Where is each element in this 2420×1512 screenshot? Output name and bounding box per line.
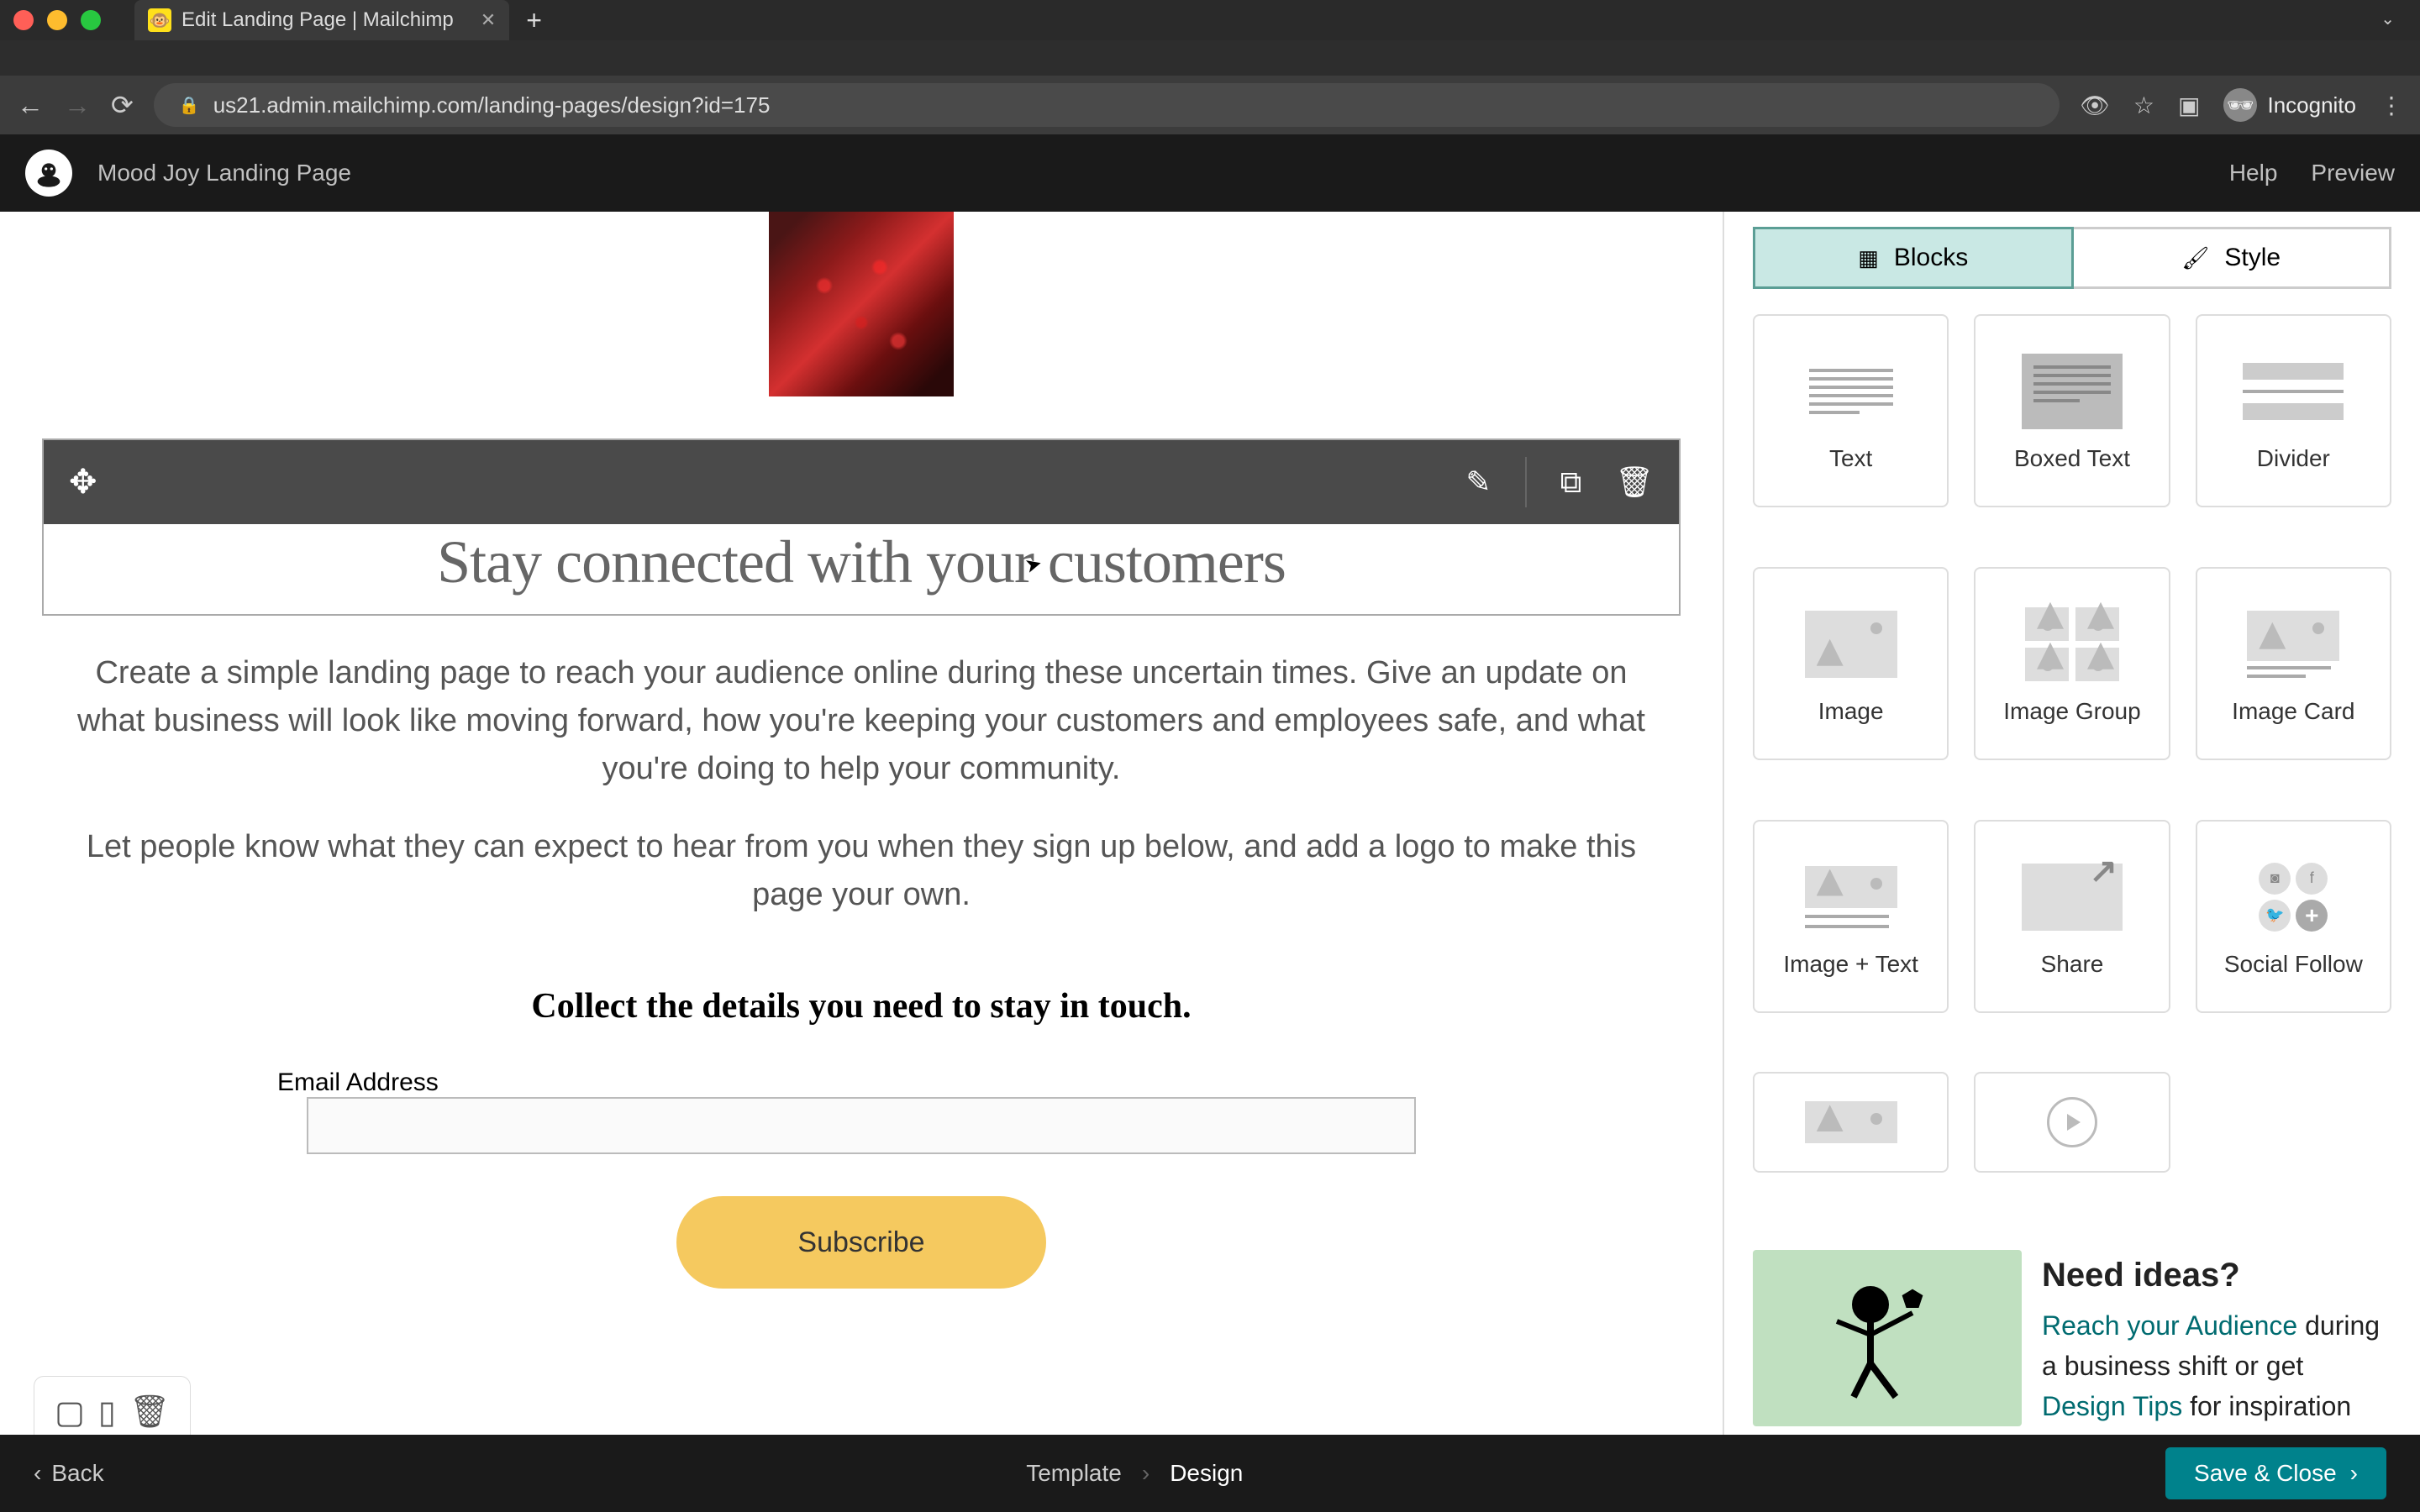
ideas-panel: Need ideas? Reach your Audience during a… <box>1724 1232 2420 1435</box>
chevron-right-icon: › <box>2350 1460 2358 1487</box>
headline-text[interactable]: Stay connected with your customers <box>44 524 1679 614</box>
content-area: ✥ ✎ ⧉ 🗑 Stay connected with your custome… <box>0 212 2420 1435</box>
block-social-follow[interactable]: ◙f🐦+ Social Follow <box>2196 820 2391 1013</box>
tab-style-label: Style <box>2224 244 2281 272</box>
block-label: Social Follow <box>2224 951 2363 978</box>
ideas-link-design-tips[interactable]: Design Tips <box>2042 1391 2182 1421</box>
crumb-design[interactable]: Design <box>1170 1460 1243 1487</box>
back-label: Back <box>51 1460 103 1487</box>
block-label: Text <box>1829 445 1872 472</box>
back-button[interactable]: ‹ Back <box>34 1460 104 1487</box>
crumb-template[interactable]: Template <box>1026 1460 1122 1487</box>
incognito-icon: 🕶 <box>2223 88 2257 122</box>
block-label: Image <box>1818 698 1884 725</box>
tab-close-icon[interactable]: ✕ <box>481 9 496 31</box>
form-heading[interactable]: Collect the details you need to stay in … <box>42 986 1681 1026</box>
duplicate-icon[interactable]: ⧉ <box>1560 465 1582 501</box>
save-label: Save & Close <box>2194 1460 2337 1487</box>
block-label: Image Card <box>2232 698 2354 725</box>
block-image-text[interactable]: Image + Text <box>1753 820 1949 1013</box>
window-maximize[interactable] <box>81 10 101 30</box>
block-image[interactable]: Image <box>1753 567 1949 760</box>
lock-icon: 🔒 <box>179 95 200 116</box>
block-boxed-text[interactable]: Boxed Text <box>1974 314 2170 507</box>
nav-back-icon[interactable]: ← <box>17 90 44 121</box>
window-close[interactable] <box>13 10 34 30</box>
hero-image[interactable] <box>769 212 954 396</box>
chevron-left-icon: ‹ <box>34 1460 41 1487</box>
nav-forward-icon: → <box>64 90 91 121</box>
canvas: ✥ ✎ ⧉ 🗑 Stay connected with your custome… <box>0 212 1723 1435</box>
url-actions: 👁 ☆ ▣ 🕶 Incognito ⋮ <box>2080 88 2403 122</box>
page-title: Mood Joy Landing Page <box>97 160 2196 186</box>
mobile-view-icon[interactable]: ▯ <box>98 1394 116 1431</box>
eye-off-icon[interactable]: 👁 <box>2080 92 2110 119</box>
block-partial-1[interactable] <box>1753 1072 1949 1173</box>
kebab-menu-icon[interactable]: ⋮ <box>2380 92 2403 119</box>
block-share[interactable]: Share <box>1974 820 2170 1013</box>
ideas-title: Need ideas? <box>2042 1250 2391 1300</box>
tab-style[interactable]: 🖌 Style <box>2074 227 2392 289</box>
extensions-icon[interactable]: ▣ <box>2178 92 2200 119</box>
toolbar-divider <box>1525 457 1527 507</box>
subscribe-button[interactable]: Subscribe <box>676 1196 1046 1289</box>
block-label: Image + Text <box>1783 951 1918 978</box>
block-video[interactable] <box>1974 1072 2170 1173</box>
block-image-card[interactable]: Image Card <box>2196 567 2391 760</box>
ideas-text: Need ideas? Reach your Audience during a… <box>2042 1250 2391 1426</box>
bookmark-star-icon[interactable]: ☆ <box>2133 92 2154 119</box>
app-header: Mood Joy Landing Page Help Preview <box>0 134 2420 212</box>
move-handle-icon[interactable]: ✥ <box>69 463 97 501</box>
edit-icon[interactable]: ✎ <box>1465 465 1491 500</box>
incognito-label: Incognito <box>2267 92 2356 118</box>
selected-text-block[interactable]: ✥ ✎ ⧉ 🗑 Stay connected with your custome… <box>42 438 1681 616</box>
tab-title: Edit Landing Page | Mailchimp <box>182 8 454 32</box>
block-image-group[interactable]: Image Group <box>1974 567 2170 760</box>
email-input[interactable] <box>307 1097 1416 1154</box>
preview-link[interactable]: Preview <box>2311 160 2395 186</box>
new-tab-button[interactable]: + <box>526 5 542 36</box>
email-label: Email Address <box>277 1068 439 1096</box>
block-toolbar: ✥ ✎ ⧉ 🗑 <box>44 440 1679 524</box>
footer: ‹ Back Template › Design Save & Close › <box>0 1435 2420 1512</box>
ideas-link-audience[interactable]: Reach your Audience <box>2042 1310 2297 1341</box>
grid-icon: ▦ <box>1858 245 1879 271</box>
save-close-button[interactable]: Save & Close › <box>2165 1447 2386 1499</box>
browser-chrome: 🐵 Edit Landing Page | Mailchimp ✕ + ⌄ <box>0 0 2420 76</box>
incognito-badge[interactable]: 🕶 Incognito <box>2223 88 2356 122</box>
chevron-right-icon: › <box>1142 1460 1150 1487</box>
tab-bar: 🐵 Edit Landing Page | Mailchimp ✕ + ⌄ <box>0 0 2420 40</box>
url-text: us21.admin.mailchimp.com/landing-pages/d… <box>213 92 771 118</box>
body-paragraph-1[interactable]: Create a simple landing page to reach yo… <box>42 649 1681 793</box>
block-text[interactable]: Text <box>1753 314 1949 507</box>
help-link[interactable]: Help <box>2229 160 2278 186</box>
browser-tab[interactable]: 🐵 Edit Landing Page | Mailchimp ✕ <box>134 0 509 40</box>
block-label: Share <box>2041 951 2104 978</box>
sidebar: ▦ Blocks 🖌 Style Text Boxed Text Divider <box>1723 212 2420 1435</box>
url-input[interactable]: 🔒 us21.admin.mailchimp.com/landing-pages… <box>154 83 2060 127</box>
tabs-dropdown-icon[interactable]: ⌄ <box>2381 8 2395 29</box>
trash-icon[interactable]: 🗑 <box>1615 465 1654 500</box>
ideas-illustration <box>1753 1250 2022 1426</box>
breadcrumb: Template › Design <box>104 1460 2165 1487</box>
block-label: Image Group <box>2003 698 2140 725</box>
delete-icon[interactable]: 🗑 <box>129 1394 170 1431</box>
block-label: Boxed Text <box>2014 445 2130 472</box>
sidebar-tabs: ▦ Blocks 🖌 Style <box>1724 212 2420 289</box>
tab-blocks-label: Blocks <box>1894 244 1968 272</box>
tab-blocks[interactable]: ▦ Blocks <box>1753 227 2074 289</box>
url-bar: ← → ⟳ 🔒 us21.admin.mailchimp.com/landing… <box>0 76 2420 134</box>
nav-reload-icon[interactable]: ⟳ <box>111 89 134 121</box>
window-controls <box>13 10 101 30</box>
window-minimize[interactable] <box>47 10 67 30</box>
body-paragraph-2[interactable]: Let people know what they can expect to … <box>42 823 1681 919</box>
tab-favicon: 🐵 <box>148 8 171 32</box>
block-label: Divider <box>2257 445 2330 472</box>
mailchimp-logo[interactable] <box>25 150 72 197</box>
desktop-view-icon[interactable]: ▢ <box>55 1394 85 1431</box>
canvas-corner-tools: ▢ ▯ 🗑 <box>34 1376 191 1435</box>
blocks-grid: Text Boxed Text Divider Image Image Grou… <box>1724 289 2420 1232</box>
block-divider[interactable]: Divider <box>2196 314 2391 507</box>
brush-icon: 🖌 <box>2181 245 2209 271</box>
